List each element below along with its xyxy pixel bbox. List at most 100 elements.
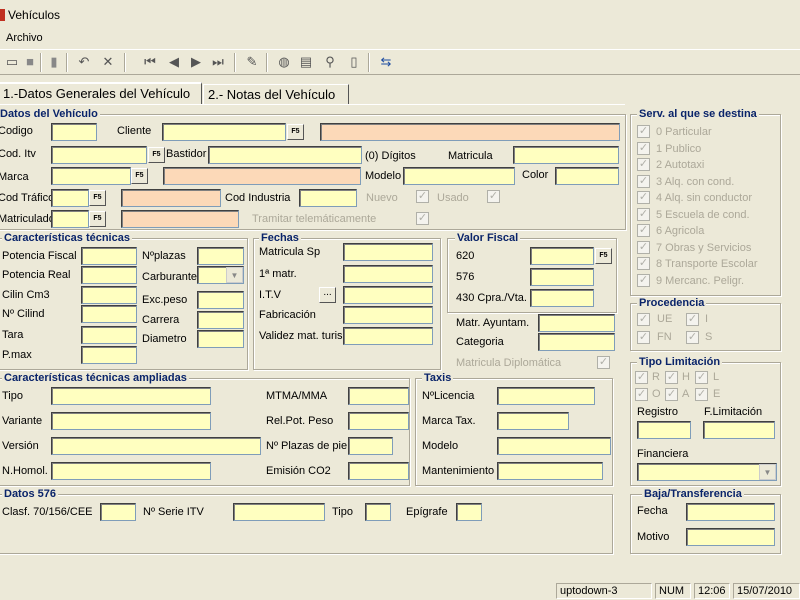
pmax-field[interactable]	[81, 346, 137, 364]
servicio-checkbox[interactable]: ✓	[637, 257, 650, 270]
diametro-field[interactable]	[197, 330, 244, 348]
edit-icon[interactable]: ✎	[244, 54, 260, 70]
cod-itv-field[interactable]	[51, 146, 147, 164]
new-icon[interactable]: ▭	[4, 54, 20, 70]
ue-checkbox[interactable]: ✓	[637, 313, 650, 326]
n-serie-field[interactable]	[233, 503, 325, 521]
carrera-field[interactable]	[197, 311, 244, 329]
globe-icon[interactable]: ◍	[276, 54, 292, 70]
cancel-icon[interactable]: ✕	[100, 54, 116, 70]
primera-matr-field[interactable]	[343, 265, 433, 283]
color-field[interactable]	[555, 167, 619, 185]
next-record-icon[interactable]: ▶	[188, 54, 204, 70]
rel-pot-field[interactable]	[348, 412, 409, 430]
registro-field[interactable]	[637, 421, 691, 439]
servicio-checkbox[interactable]: ✓	[637, 207, 650, 221]
itv-field[interactable]	[343, 286, 433, 304]
cliente-field[interactable]	[162, 123, 286, 141]
f-limitacion-field[interactable]	[703, 421, 775, 439]
i-checkbox[interactable]: ✓	[686, 313, 699, 326]
taxi-modelo-field[interactable]	[497, 437, 611, 455]
menu-archivo[interactable]: Archivo	[6, 32, 43, 44]
matricula-field[interactable]	[513, 146, 619, 164]
o-checkbox[interactable]: ✓	[635, 388, 648, 401]
v620-lookup-button[interactable]: F5	[595, 248, 612, 264]
tipo-field[interactable]	[51, 387, 211, 405]
servicio-checkbox[interactable]: ✓	[637, 273, 650, 287]
prev-record-icon[interactable]: ◀	[166, 54, 182, 70]
servicio-checkbox[interactable]: ✓	[637, 224, 650, 237]
a-checkbox[interactable]: ✓	[665, 388, 678, 401]
v620-field[interactable]	[530, 247, 594, 265]
bastidor-field[interactable]	[208, 146, 362, 164]
baja-motivo-field[interactable]	[686, 528, 775, 546]
n-plazas-pie-field[interactable]	[348, 437, 393, 455]
mtma-field[interactable]	[348, 387, 409, 405]
mantenimiento-field[interactable]	[497, 462, 603, 480]
exit-icon[interactable]: ⇆	[378, 54, 394, 70]
marca-tax-field[interactable]	[497, 412, 569, 430]
licencia-field[interactable]	[497, 387, 595, 405]
servicio-checkbox[interactable]: ✓	[637, 191, 650, 204]
potencia-real-field[interactable]	[81, 266, 137, 284]
undo-icon[interactable]: ↶	[76, 54, 92, 70]
save-icon[interactable]: ■	[22, 54, 38, 70]
servicio-checkbox[interactable]: ✓	[637, 125, 650, 138]
validez-field[interactable]	[343, 327, 433, 345]
nuevo-checkbox[interactable]: ✓	[416, 190, 429, 203]
fn-checkbox[interactable]: ✓	[637, 331, 650, 344]
financiera-select[interactable]	[637, 463, 777, 481]
clasf-field[interactable]	[100, 503, 136, 521]
matriculado-field[interactable]	[51, 210, 89, 228]
v576-field[interactable]	[530, 268, 594, 286]
matriculado-lookup-button[interactable]: F5	[89, 211, 106, 227]
chevron-down-icon[interactable]: ▼	[759, 464, 776, 480]
servicio-checkbox[interactable]: ✓	[637, 174, 650, 188]
nplazas-field[interactable]	[197, 247, 244, 265]
tramitar-checkbox[interactable]: ✓	[416, 212, 429, 225]
n-homol-field[interactable]	[51, 462, 211, 480]
tab-datos-generales[interactable]: 1.-Datos Generales del Vehículo	[0, 82, 202, 105]
servicio-checkbox[interactable]: ✓	[637, 240, 650, 254]
l-checkbox[interactable]: ✓	[695, 371, 708, 384]
servicio-checkbox[interactable]: ✓	[637, 141, 650, 155]
last-record-icon[interactable]: ⏭	[210, 54, 226, 70]
usado-checkbox[interactable]: ✓	[487, 190, 500, 203]
n-cilind-field[interactable]	[81, 305, 137, 323]
matricula-sp-field[interactable]	[343, 243, 433, 261]
fabricacion-field[interactable]	[343, 306, 433, 324]
chevron-down-icon[interactable]: ▼	[226, 267, 243, 283]
emision-field[interactable]	[348, 462, 409, 480]
cod-trafico-lookup-button[interactable]: F5	[89, 190, 106, 206]
tab-notas[interactable]: 2.- Notas del Vehículo	[203, 84, 349, 104]
notes-icon[interactable]: ▤	[298, 54, 314, 70]
cliente-lookup-button[interactable]: F5	[287, 124, 304, 140]
exc-peso-field[interactable]	[197, 291, 244, 309]
variante-field[interactable]	[51, 412, 211, 430]
s-checkbox[interactable]: ✓	[686, 331, 699, 344]
matricula-diplomatica-checkbox[interactable]: ✓	[597, 356, 610, 369]
e-checkbox[interactable]: ✓	[695, 388, 708, 401]
marca-lookup-button[interactable]: F5	[131, 168, 148, 184]
cod-trafico-field[interactable]	[51, 189, 89, 207]
marca-field[interactable]	[51, 167, 131, 185]
document-icon[interactable]: ▯	[346, 54, 362, 70]
cod-industria-field[interactable]	[299, 189, 357, 207]
modelo-field[interactable]	[403, 167, 515, 185]
categoria-field[interactable]	[538, 333, 615, 351]
matr-ayuntam-field[interactable]	[538, 314, 615, 332]
search-icon[interactable]: ⚲	[322, 54, 338, 70]
h-checkbox[interactable]: ✓	[665, 371, 678, 384]
epigrafe-field[interactable]	[456, 503, 482, 521]
servicio-checkbox[interactable]: ✓	[637, 158, 650, 171]
first-record-icon[interactable]: ⏮	[142, 54, 158, 70]
cilin-field[interactable]	[81, 286, 137, 304]
version-field[interactable]	[51, 437, 261, 455]
r-checkbox[interactable]: ✓	[635, 371, 648, 384]
delete-icon[interactable]: ▮	[46, 54, 62, 70]
cod-itv-lookup-button[interactable]: F5	[148, 147, 165, 163]
d576-tipo-field[interactable]	[365, 503, 391, 521]
itv-lookup-button[interactable]: ...	[319, 287, 336, 303]
baja-fecha-field[interactable]	[686, 503, 775, 521]
potencia-fiscal-field[interactable]	[81, 247, 137, 265]
